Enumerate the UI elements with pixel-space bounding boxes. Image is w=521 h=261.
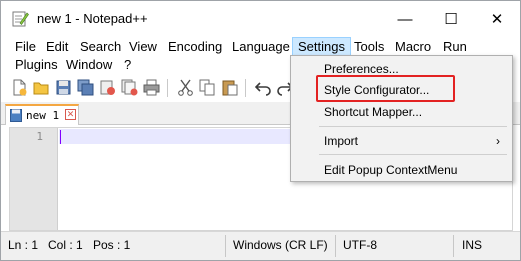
tab-label: new 1: [26, 109, 60, 122]
new-file-icon[interactable]: [11, 79, 28, 96]
close-file-icon[interactable]: [99, 79, 116, 96]
menu-edit[interactable]: Edit: [41, 38, 73, 56]
status-encoding: UTF-8: [343, 238, 377, 252]
menu-search[interactable]: Search: [75, 38, 126, 56]
menu-item-label: Edit Popup ContextMenu: [324, 163, 458, 177]
menu-help[interactable]: ?: [119, 56, 136, 74]
cut-icon[interactable]: [177, 79, 194, 96]
menu-item-label: Import: [324, 134, 359, 148]
submenu-arrow-icon: ›: [496, 134, 500, 148]
menu-run[interactable]: Run: [438, 38, 472, 56]
menu-item-edit-popup-contextmenu[interactable]: Edit Popup ContextMenu: [291, 160, 512, 180]
save-all-icon[interactable]: [77, 79, 94, 96]
tab-new-1[interactable]: new 1 ✕: [5, 104, 79, 125]
maximize-button[interactable]: ☐: [428, 1, 474, 37]
menu-file[interactable]: File: [10, 38, 41, 56]
print-icon[interactable]: [143, 79, 160, 96]
tab-close-icon[interactable]: ✕: [65, 109, 76, 120]
status-separator: [453, 235, 454, 257]
menu-encoding[interactable]: Encoding: [163, 38, 227, 56]
menu-tools[interactable]: Tools: [349, 38, 389, 56]
status-bar: Ln : 1 Col : 1 Pos : 1 Windows (CR LF) U…: [1, 231, 520, 260]
close-all-icon[interactable]: [121, 79, 138, 96]
menu-item-import[interactable]: Import ›: [291, 131, 512, 151]
window-title: new 1 - Notepad++: [37, 11, 148, 26]
toolbar-separator: [167, 79, 168, 97]
menu-macro[interactable]: Macro: [390, 38, 436, 56]
undo-icon[interactable]: [255, 79, 272, 96]
annotation-highlight-box: [316, 75, 455, 102]
menu-separator: [319, 126, 507, 127]
menu-separator: [319, 154, 507, 155]
title-bar: new 1 - Notepad++ — ☐ ✕: [1, 1, 520, 37]
menu-item-shortcut-mapper[interactable]: Shortcut Mapper...: [291, 102, 512, 122]
line-number-gutter: 1: [10, 128, 58, 230]
toolbar-separator: [245, 79, 246, 97]
close-window-button[interactable]: ✕: [474, 1, 520, 37]
status-separator: [225, 235, 226, 257]
status-insert-mode: INS: [462, 238, 483, 252]
menu-view[interactable]: View: [124, 38, 162, 56]
menu-settings[interactable]: Settings: [292, 37, 351, 57]
status-separator: [335, 235, 336, 257]
status-eol: Windows (CR LF): [233, 238, 328, 252]
status-position: Pos : 1: [93, 238, 131, 252]
save-icon[interactable]: [55, 79, 72, 96]
minimize-button[interactable]: —: [382, 1, 428, 37]
line-number: 1: [36, 130, 43, 143]
status-column: Col : 1: [48, 238, 83, 252]
status-line: Ln : 1: [8, 238, 39, 252]
text-caret: [60, 130, 61, 144]
menu-window[interactable]: Window: [61, 56, 117, 74]
paste-icon[interactable]: [221, 79, 238, 96]
notepadpp-app-icon: [12, 11, 29, 27]
open-file-icon[interactable]: [33, 79, 50, 96]
menu-item-label: Preferences...: [324, 62, 399, 76]
menu-plugins[interactable]: Plugins: [10, 56, 63, 74]
copy-icon[interactable]: [199, 79, 216, 96]
document-saved-icon: [10, 109, 22, 122]
menu-item-label: Shortcut Mapper...: [324, 105, 423, 119]
menu-language[interactable]: Language: [227, 38, 295, 56]
